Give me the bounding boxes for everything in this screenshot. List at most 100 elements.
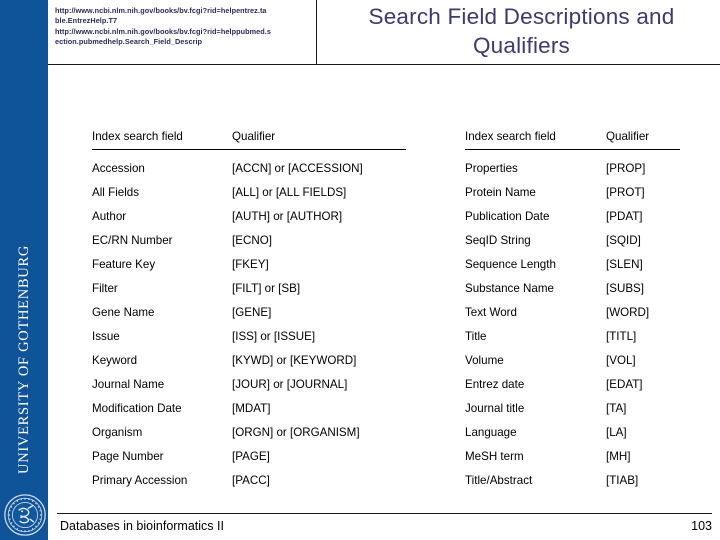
table-row: Accession [ACCN] or [ACCESSION] [92, 150, 406, 181]
table-row: Issue [ISS] or [ISSUE] [92, 324, 406, 348]
table-row: Entrez date [EDAT] [465, 372, 680, 396]
table-row: Protein Name [PROT] [465, 180, 680, 204]
table-row: All Fields [ALL] or [ALL FIELDS] [92, 180, 406, 204]
cell-qualifier: [PAGE] [232, 449, 270, 463]
cell-index-search-field: MeSH term [465, 449, 524, 463]
table-header-row: Index search field Qualifier [92, 130, 406, 150]
footer-course-label: Databases in bioinformatics II [60, 519, 224, 533]
cell-index-search-field: Modification Date [92, 401, 182, 415]
table-row: Title [TITL] [465, 324, 680, 348]
cell-index-search-field: Sequence Length [465, 257, 556, 271]
cell-qualifier: [SUBS] [606, 281, 645, 295]
cell-index-search-field: Title [465, 329, 487, 343]
cell-qualifier: [ALL] or [ALL FIELDS] [232, 185, 347, 199]
table-row: Substance Name [SUBS] [465, 276, 680, 300]
cell-qualifier: [AUTH] or [AUTHOR] [232, 209, 343, 223]
cell-qualifier: [PACC] [232, 473, 270, 487]
header-vertical-divider [316, 0, 317, 64]
cell-qualifier: [WORD] [606, 305, 650, 319]
cell-qualifier: [LA] [606, 425, 627, 439]
cell-index-search-field: Filter [92, 281, 118, 295]
cell-index-search-field: Organism [92, 425, 143, 439]
cell-index-search-field: All Fields [92, 185, 140, 199]
cell-index-search-field: EC/RN Number [92, 233, 173, 247]
cell-index-search-field: Publication Date [465, 209, 550, 223]
cell-qualifier: [PROT] [606, 185, 645, 199]
table-row: Author [AUTH] or [AUTHOR] [92, 204, 406, 228]
table-row: Text Word [WORD] [465, 300, 680, 324]
cell-qualifier: [EDAT] [606, 377, 643, 391]
cell-qualifier: [GENE] [232, 305, 272, 319]
search-field-table-left: Index search field Qualifier Accession [… [92, 130, 406, 492]
source-url-1: http://www.ncbi.nlm.nih.gov/books/bv.fcg… [55, 6, 267, 26]
table-row: Title/Abstract [TIAB] [465, 468, 680, 492]
cell-index-search-field: Substance Name [465, 281, 554, 295]
university-name-vertical: UNIVERSITY OF GOTHENBURG [0, 0, 48, 480]
cell-qualifier: [SLEN] [606, 257, 643, 271]
source-url-2: http://www.ncbi.nlm.nih.gov/books/bv.fcg… [55, 26, 271, 46]
cell-index-search-field: Journal title [465, 401, 525, 415]
cell-index-search-field: Language [465, 425, 517, 439]
header-horizontal-rule [48, 64, 720, 65]
cell-index-search-field: Title/Abstract [465, 473, 533, 487]
cell-index-search-field: Gene Name [92, 305, 155, 319]
cell-qualifier: [PROP] [606, 161, 646, 175]
cell-qualifier: [TITL] [606, 329, 637, 343]
page-title-line-1: Search Field Descriptions and [368, 4, 675, 29]
cell-qualifier: [FILT] or [SB] [232, 281, 301, 295]
table-left-body: Accession [ACCN] or [ACCESSION] All Fiel… [92, 150, 406, 493]
footer-horizontal-rule [57, 513, 712, 514]
cell-qualifier: [PDAT] [606, 209, 643, 223]
table-row: Gene Name [GENE] [92, 300, 406, 324]
cell-qualifier: [JOUR] or [JOURNAL] [232, 377, 348, 391]
column-header-qualifier: Qualifier [606, 130, 680, 150]
table-row: Journal Name [JOUR] or [JOURNAL] [92, 372, 406, 396]
column-header-index-search-field: Index search field [465, 130, 606, 150]
table-row: EC/RN Number [ECNO] [92, 228, 406, 252]
page-title: Search Field Descriptions and Qualifiers [323, 2, 720, 60]
table-row: Publication Date [PDAT] [465, 204, 680, 228]
table-row: Feature Key [FKEY] [92, 252, 406, 276]
cell-qualifier: [KYWD] or [KEYWORD] [232, 353, 357, 367]
table-row: MeSH term [MH] [465, 444, 680, 468]
table-row: Page Number [PAGE] [92, 444, 406, 468]
column-header-qualifier: Qualifier [232, 130, 406, 150]
cell-index-search-field: Text Word [465, 305, 517, 319]
source-url-block: http://www.ncbi.nlm.nih.gov/books/bv.fcg… [55, 6, 271, 47]
cell-qualifier: [MH] [606, 449, 631, 463]
cell-index-search-field: Entrez date [465, 377, 525, 391]
table-right-body: Properties [PROP] Protein Name [PROT] Pu… [465, 150, 680, 493]
cell-index-search-field: SeqID String [465, 233, 531, 247]
column-header-index-search-field: Index search field [92, 130, 232, 150]
cell-qualifier: [VOL] [606, 353, 636, 367]
cell-index-search-field: Keyword [92, 353, 138, 367]
footer-page-number: 103 [691, 519, 712, 533]
table-right: Index search field Qualifier Properties … [465, 130, 680, 492]
cell-index-search-field: Feature Key [92, 257, 156, 271]
university-seal-icon [4, 494, 46, 536]
university-name-label: UNIVERSITY OF GOTHENBURG [15, 245, 32, 474]
cell-qualifier: [FKEY] [232, 257, 269, 271]
table-row: Language [LA] [465, 420, 680, 444]
slide-header: http://www.ncbi.nlm.nih.gov/books/bv.fcg… [48, 0, 720, 66]
cell-index-search-field: Accession [92, 161, 145, 175]
cell-qualifier: [ORGN] or [ORGANISM] [232, 425, 360, 439]
left-brand-sidebar: UNIVERSITY OF GOTHENBURG [0, 0, 48, 540]
cell-qualifier: [MDAT] [232, 401, 271, 415]
table-left: Index search field Qualifier Accession [… [92, 130, 406, 492]
cell-index-search-field: Issue [92, 329, 120, 343]
cell-qualifier: [ISS] or [ISSUE] [232, 329, 316, 343]
table-row: Properties [PROP] [465, 150, 680, 181]
cell-index-search-field: Volume [465, 353, 504, 367]
page-title-line-2: Qualifiers [472, 33, 571, 58]
table-row: Keyword [KYWD] or [KEYWORD] [92, 348, 406, 372]
table-row: Modification Date [MDAT] [92, 396, 406, 420]
cell-index-search-field: Protein Name [465, 185, 536, 199]
cell-index-search-field: Journal Name [92, 377, 165, 391]
table-row: Primary Accession [PACC] [92, 468, 406, 492]
cell-index-search-field: Primary Accession [92, 473, 188, 487]
table-row: Organism [ORGN] or [ORGANISM] [92, 420, 406, 444]
cell-qualifier: [ECNO] [232, 233, 272, 247]
cell-index-search-field: Author [92, 209, 127, 223]
cell-qualifier: [ACCN] or [ACCESSION] [232, 161, 363, 175]
